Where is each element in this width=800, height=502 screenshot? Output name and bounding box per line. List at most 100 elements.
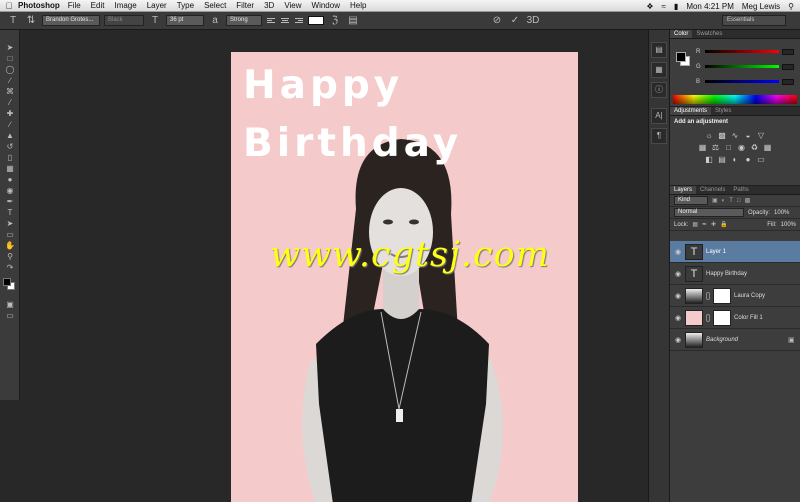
clone-stamp-tool-icon[interactable]: ▲	[0, 130, 20, 141]
filter-adjustment-icon[interactable]: ◐	[722, 198, 726, 204]
tab-color[interactable]: Color	[670, 30, 693, 38]
red-value-field[interactable]	[782, 48, 794, 55]
text-orientation-icon[interactable]: ⇅	[24, 14, 38, 28]
font-style-select[interactable]: Black	[104, 15, 144, 26]
photo-filter-icon[interactable]: ◉	[737, 143, 747, 152]
curves-icon[interactable]: ∿	[730, 131, 740, 140]
filter-shape-icon[interactable]: □	[737, 198, 741, 204]
brush-tool-icon[interactable]: ∕	[0, 119, 20, 130]
lasso-tool-icon[interactable]: ◯	[0, 64, 20, 75]
tab-paths[interactable]: Paths	[729, 186, 752, 194]
path-selection-tool-icon[interactable]: ➤	[0, 218, 20, 229]
foreground-color-swatch[interactable]	[3, 278, 11, 286]
quick-select-tool-icon[interactable]: ∕	[0, 75, 20, 86]
character-panel-icon[interactable]: ▤	[346, 14, 360, 28]
birthday-title-text[interactable]: Happy Birthday	[243, 57, 462, 173]
gradient-map-icon[interactable]: ▭	[756, 155, 766, 164]
red-slider[interactable]: R	[696, 47, 794, 56]
cancel-edit-icon[interactable]: ⊘	[490, 14, 504, 28]
opacity-value[interactable]: 100%	[774, 210, 789, 216]
align-center-button[interactable]	[280, 16, 290, 25]
menu-type[interactable]: Type	[177, 1, 194, 10]
tab-adjustments[interactable]: Adjustments	[670, 107, 712, 115]
gradient-tool-icon[interactable]: ▦	[0, 163, 20, 174]
menu-file[interactable]: File	[68, 1, 81, 10]
fill-value[interactable]: 100%	[781, 222, 796, 228]
visibility-eye-icon[interactable]: ◉	[674, 292, 682, 300]
paragraph-panel-icon[interactable]: ¶	[651, 128, 667, 144]
vibrance-icon[interactable]: ▽	[756, 131, 766, 140]
apple-icon[interactable]: 	[0, 1, 18, 11]
blur-tool-icon[interactable]: ●	[0, 174, 20, 185]
zoom-tool-icon[interactable]: ⚲	[0, 251, 20, 262]
menubar-user[interactable]: Meg Lewis	[742, 2, 780, 11]
visibility-eye-icon[interactable]: ◉	[674, 248, 682, 256]
green-value-field[interactable]	[782, 63, 794, 70]
blue-value-field[interactable]	[782, 78, 794, 85]
mask-link-icon[interactable]	[706, 291, 710, 300]
app-menu[interactable]: Photoshop	[18, 1, 60, 10]
visibility-eye-icon[interactable]: ◉	[674, 314, 682, 322]
workspace-select[interactable]: Essentials	[722, 15, 786, 26]
tab-layers[interactable]: Layers	[670, 186, 697, 194]
tab-channels[interactable]: Channels	[696, 186, 729, 194]
tab-swatches[interactable]: Swatches	[692, 30, 726, 38]
blend-mode-select[interactable]: Normal	[674, 208, 744, 217]
hand-tool-icon[interactable]: ✋	[0, 240, 20, 251]
eraser-tool-icon[interactable]: ▯	[0, 152, 20, 163]
type-tool-preset-icon[interactable]: T	[6, 14, 20, 28]
marquee-tool-icon[interactable]: □	[0, 53, 20, 64]
layer-mask-thumbnail[interactable]	[713, 309, 731, 326]
exposure-icon[interactable]: ◒	[743, 131, 753, 140]
spotlight-icon[interactable]: ⚲	[788, 2, 794, 11]
layer-row-happy-birthday[interactable]: ◉ T Happy Birthday	[670, 263, 800, 285]
commit-edit-icon[interactable]: ✓	[508, 14, 522, 28]
shape-tool-icon[interactable]: ▭	[0, 229, 20, 240]
layer-row-layer-1[interactable]: ◉ T Layer 1	[670, 241, 800, 263]
black-white-icon[interactable]: □	[724, 143, 734, 152]
info-panel-icon[interactable]: ⓘ	[651, 82, 667, 98]
layer-row-color-fill-1[interactable]: ◉ Color Fill 1	[670, 307, 800, 329]
tab-styles[interactable]: Styles	[711, 107, 735, 115]
text-color-swatch[interactable]	[308, 16, 324, 25]
properties-panel-icon[interactable]: ▦	[651, 62, 667, 78]
filter-type-icon[interactable]: T	[729, 198, 733, 204]
visibility-eye-icon[interactable]: ◉	[674, 270, 682, 278]
lock-image-icon[interactable]: ✒	[702, 221, 707, 228]
mask-link-icon[interactable]	[706, 313, 710, 322]
default-colors-icon[interactable]: ↷	[0, 262, 20, 273]
dropbox-icon[interactable]: ❖	[646, 2, 653, 11]
document-canvas[interactable]: Happy Birthday	[231, 52, 578, 502]
move-tool-icon[interactable]: ➤	[0, 42, 20, 53]
menu-3d[interactable]: 3D	[264, 1, 274, 10]
screen-mode-icon[interactable]: ▭	[0, 310, 20, 321]
battery-icon[interactable]: ▮	[674, 2, 678, 11]
layer-mask-thumbnail[interactable]	[713, 287, 731, 304]
channel-mixer-icon[interactable]: ♻	[750, 143, 760, 152]
antialias-select[interactable]: Strong	[226, 15, 262, 26]
blue-slider[interactable]: B	[696, 77, 794, 86]
menu-edit[interactable]: Edit	[91, 1, 105, 10]
lock-all-icon[interactable]: 🔒	[720, 221, 727, 228]
menu-image[interactable]: Image	[114, 1, 136, 10]
crop-tool-icon[interactable]: ⌘	[0, 86, 20, 97]
align-right-button[interactable]	[294, 16, 304, 25]
filter-smart-object-icon[interactable]: ▩	[745, 197, 751, 204]
menu-filter[interactable]: Filter	[236, 1, 254, 10]
color-spectrum[interactable]	[673, 95, 797, 104]
green-slider[interactable]: G	[696, 62, 794, 71]
font-family-select[interactable]: Brandon Grotes...	[42, 15, 100, 26]
character-panel-icon[interactable]: A|	[651, 108, 667, 124]
quick-mask-icon[interactable]: ▣	[0, 299, 20, 310]
dodge-tool-icon[interactable]: ◉	[0, 185, 20, 196]
brightness-contrast-icon[interactable]: ☼	[704, 131, 714, 140]
invert-icon[interactable]: ◧	[704, 155, 714, 164]
layer-filter-select[interactable]: Kind	[674, 196, 708, 205]
layer-row-background[interactable]: ◉ Background ▣	[670, 329, 800, 351]
threshold-icon[interactable]: ◐	[730, 155, 740, 164]
3d-text-icon[interactable]: 3D	[526, 14, 540, 28]
lock-transparent-icon[interactable]: ▦	[692, 221, 698, 228]
lock-icon[interactable]: ▣	[788, 336, 796, 344]
levels-icon[interactable]: ▩	[717, 131, 727, 140]
color-picker-swatches[interactable]	[0, 277, 20, 291]
